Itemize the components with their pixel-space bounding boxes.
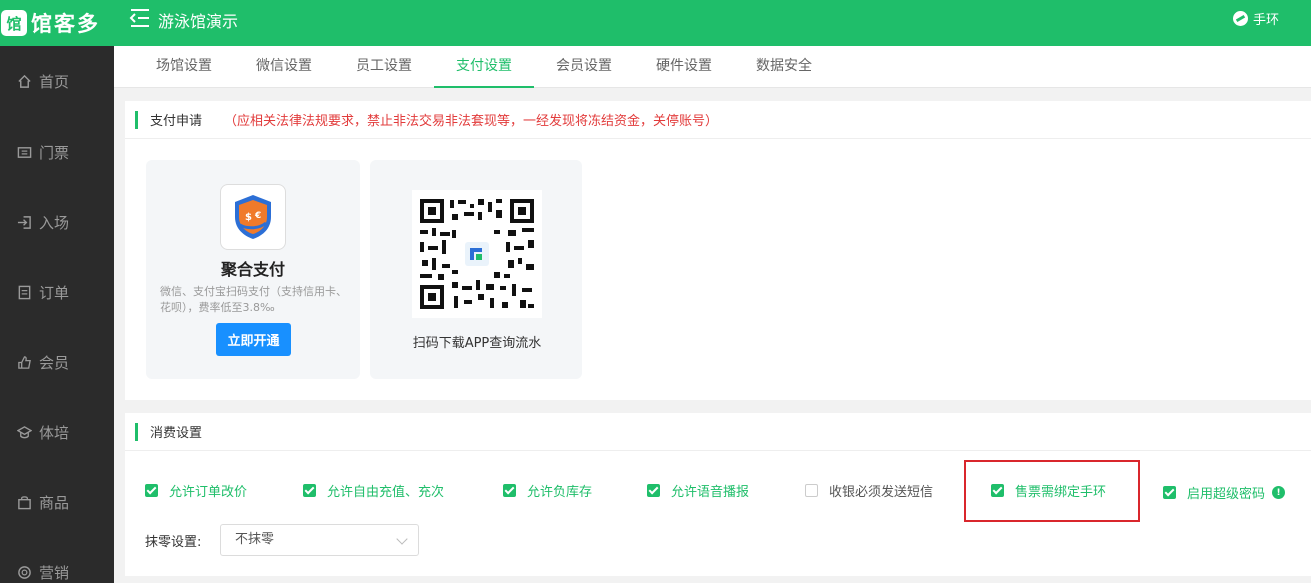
tab-wechat-settings[interactable]: 微信设置 (242, 46, 326, 88)
sidebar-item-label: 会员 (39, 353, 70, 372)
sidebar-item-entry[interactable]: 入场 (0, 202, 114, 242)
tab-venue-settings[interactable]: 场馆设置 (142, 46, 226, 88)
section-accent-bar (135, 422, 138, 441)
ticket-icon (16, 144, 32, 160)
app-download-card: 扫码下载APP查询流水 (370, 160, 582, 379)
section-accent-bar (135, 110, 138, 129)
qr-caption: 扫码下载APP查询流水 (412, 336, 542, 351)
tab-staff-settings[interactable]: 员工设置 (342, 46, 426, 88)
marketing-icon (16, 564, 32, 580)
activate-now-button[interactable]: 立即开通 (216, 323, 291, 356)
sidebar-item-label: 营销 (39, 563, 70, 582)
tab-member-settings[interactable]: 会员设置 (542, 46, 626, 88)
payment-application-panel: 支付申请 （应相关法律法规要求，禁止非法交易非法套现等，一经发现将冻结资金，关停… (125, 101, 1311, 400)
option-allow-voice-broadcast[interactable]: 允许语音播报 (647, 481, 749, 500)
training-icon (16, 424, 32, 440)
panel-header: 支付申请 （应相关法律法规要求，禁止非法交易非法套现等，一经发现将冻结资金，关停… (125, 101, 1311, 139)
member-icon (16, 354, 32, 370)
option-label: 启用超级密码 (1187, 487, 1266, 502)
logo-text: 馆客多 (31, 12, 100, 36)
goods-icon (16, 494, 32, 510)
sidebar-item-label: 体培 (39, 423, 70, 442)
card-description: 微信、支付宝扫码支付（支持信用卡、花呗），费率低至3.8‰ (160, 285, 347, 314)
section-title: 支付申请 (150, 114, 203, 129)
payment-shield-icon: $ € (220, 184, 286, 250)
sidebar-item-label: 门票 (39, 143, 70, 162)
tab-data-security[interactable]: 数据安全 (742, 46, 826, 88)
logo-mark-icon: 馆 (1, 10, 27, 36)
sidebar-item-label: 商品 (39, 493, 70, 512)
checkbox-checked-icon[interactable] (647, 484, 660, 497)
sidebar-item-label: 订单 (39, 283, 70, 302)
chevron-down-icon (396, 533, 408, 545)
highlight-annotation-box (964, 460, 1140, 522)
top-bar: 馆 馆客多 游泳馆演示 手环 (0, 0, 1311, 46)
checkbox-checked-icon[interactable] (1163, 486, 1176, 499)
order-icon (16, 284, 32, 300)
option-label: 允许负库存 (527, 485, 593, 500)
svg-text:$: $ (245, 212, 252, 223)
sidebar: 首页 门票 入场 订单 会员 体培 商品 营销 (0, 46, 114, 583)
sidebar-item-tickets[interactable]: 门票 (0, 132, 114, 172)
sidebar-item-label: 入场 (39, 213, 70, 232)
checkbox-checked-icon[interactable] (145, 484, 158, 497)
entry-icon (16, 214, 32, 230)
option-label: 允许自由充值、充次 (327, 485, 445, 500)
card-title: 聚合支付 (220, 260, 285, 279)
sidebar-item-members[interactable]: 会员 (0, 342, 114, 382)
sidebar-item-label: 首页 (39, 72, 70, 91)
download-qr-code-icon[interactable] (412, 190, 542, 318)
info-icon[interactable]: ! (1272, 486, 1286, 499)
checkbox-checked-icon[interactable] (503, 484, 516, 497)
sidebar-item-marketing[interactable]: 营销 (0, 552, 114, 583)
sidebar-item-goods[interactable]: 商品 (0, 482, 114, 522)
option-label: 收银必须发送短信 (829, 485, 934, 500)
wristband-button[interactable]: 手环 (1233, 9, 1279, 28)
option-allow-free-recharge[interactable]: 允许自由充值、充次 (303, 481, 444, 500)
section-title: 消费设置 (150, 426, 203, 441)
sidebar-item-home[interactable]: 首页 (0, 61, 114, 101)
tab-payment-settings[interactable]: 支付设置 (434, 46, 534, 88)
option-cashier-must-send-sms[interactable]: 收银必须发送短信 (805, 481, 933, 500)
option-label: 允许订单改价 (169, 485, 248, 500)
venue-title[interactable]: 游泳馆演示 (158, 8, 238, 32)
svg-text:€: € (254, 211, 261, 221)
option-allow-order-price-change[interactable]: 允许订单改价 (145, 481, 247, 500)
sidebar-item-orders[interactable]: 订单 (0, 272, 114, 312)
sidebar-item-training[interactable]: 体培 (0, 412, 114, 452)
wristband-label: 手环 (1253, 13, 1280, 28)
rounding-label: 抹零设置: (145, 535, 202, 550)
rounding-select-value: 不抹零 (235, 532, 275, 547)
menu-collapse-icon[interactable] (129, 7, 151, 29)
wristband-icon (1233, 11, 1248, 26)
settings-tabs: 场馆设置 微信设置 员工设置 支付设置 会员设置 硬件设置 数据安全 (114, 46, 1311, 88)
checkbox-unchecked-icon[interactable] (805, 484, 818, 497)
home-icon (16, 73, 32, 89)
option-enable-super-password[interactable]: 启用超级密码 ! (1163, 483, 1286, 502)
option-allow-negative-stock[interactable]: 允许负库存 (503, 481, 592, 500)
option-label: 允许语音播报 (671, 485, 750, 500)
app-logo[interactable]: 馆 馆客多 (0, 5, 100, 41)
rounding-select[interactable]: 不抹零 (220, 524, 419, 556)
tab-hardware-settings[interactable]: 硬件设置 (642, 46, 726, 88)
panel-header: 消费设置 (125, 413, 1311, 451)
checkbox-checked-icon[interactable] (303, 484, 316, 497)
compliance-warning: （应相关法律法规要求，禁止非法交易非法套现等，一经发现将冻结资金，关停账号） (224, 114, 719, 129)
aggregate-payment-card: $ € 聚合支付 微信、支付宝扫码支付（支持信用卡、花呗），费率低至3.8‰ 立… (146, 160, 360, 379)
